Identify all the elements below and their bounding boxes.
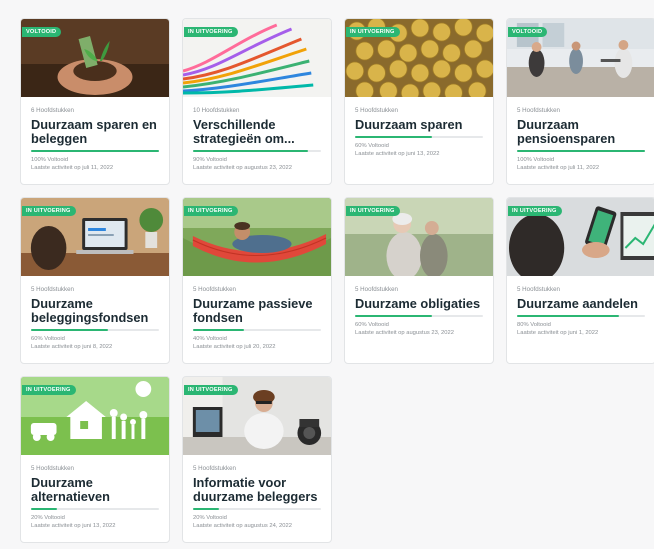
progress-bar [193,508,321,510]
last-activity: Laatste activiteit op juli 20, 2022 [193,344,276,350]
status-badge: IN UITVOERING [346,206,400,216]
progress-text: 90% Voltooid [193,157,227,163]
chapter-count: 10 Hoofdstukken [193,107,240,114]
progress-bar [355,315,483,317]
progress-fill [31,329,108,331]
last-activity: Laatste activiteit op augustus 23, 2022 [355,330,454,336]
chapter-count: 5 Hoofdstukken [355,107,398,114]
progress-fill [517,315,620,317]
progress-bar [193,150,321,152]
progress-text: 60% Voltooid [355,143,389,149]
progress-fill [193,150,309,152]
course-title[interactable]: Informatie voor duurzame beleggers [193,476,321,504]
course-title[interactable]: Duurzame alternatieven [31,476,159,504]
course-thumbnail: VOLTOOID [507,19,654,97]
status-badge: IN UITVOERING [22,206,76,216]
progress-fill [355,315,432,317]
chapter-count: 5 Hoofdstukken [193,465,236,472]
last-activity: Laatste activiteit op juni 1, 2022 [517,330,599,336]
course-thumbnail: IN UITVOERING [21,377,169,455]
progress-fill [31,150,159,152]
progress-fill [193,508,219,510]
progress-fill [517,150,645,152]
progress-bar [355,136,483,138]
course-card-duurzame-aandelen[interactable]: IN UITVOERING 5 Hoofdstukken Duurzame aa… [506,197,654,364]
course-title[interactable]: Duurzame obligaties [355,297,483,311]
progress-text: 60% Voltooid [31,336,65,342]
progress-bar [517,315,645,317]
course-card-duurzame-passieve-fondsen[interactable]: IN UITVOERING 5 Hoofdstukken Duurzame pa… [182,197,332,364]
progress-bar [31,329,159,331]
progress-text: 60% Voltooid [355,322,389,328]
course-title[interactable]: Duurzaam sparen en beleggen [31,118,159,146]
course-card-verschillende-strategieen[interactable]: IN UITVOERING 10 Hoofdstukken Verschille… [182,18,332,185]
course-title[interactable]: Duurzaam pensioensparen [517,118,645,146]
progress-text: 20% Voltooid [31,515,65,521]
status-badge: VOLTOOID [22,27,62,37]
course-card-duurzame-beleggingsfondsen[interactable]: IN UITVOERING 5 Hoofdstukken Duurzame be… [20,197,170,364]
course-thumbnail: IN UITVOERING [183,19,331,97]
chapter-count: 5 Hoofdstukken [31,286,74,293]
course-title[interactable]: Verschillende strategieën om... [193,118,321,146]
progress-fill [193,329,245,331]
course-thumbnail: IN UITVOERING [21,198,169,276]
last-activity: Laatste activiteit op juli 11, 2022 [31,165,114,171]
status-badge: IN UITVOERING [184,385,238,395]
course-thumbnail: IN UITVOERING [183,377,331,455]
chapter-count: 5 Hoofdstukken [355,286,398,293]
course-thumbnail: IN UITVOERING [345,198,493,276]
status-badge: IN UITVOERING [346,27,400,37]
last-activity: Laatste activiteit op augustus 24, 2022 [193,523,292,529]
progress-text: 40% Voltooid [193,336,227,342]
status-badge: IN UITVOERING [184,27,238,37]
last-activity: Laatste activiteit op juni 13, 2022 [355,151,440,157]
course-card-duurzaam-sparen[interactable]: IN UITVOERING 5 Hoofdstukken Duurzaam sp… [344,18,494,185]
chapter-count: 6 Hoofdstukken [31,107,74,114]
status-badge: IN UITVOERING [508,206,562,216]
last-activity: Laatste activiteit op juni 13, 2022 [31,523,116,529]
course-thumbnail: IN UITVOERING [345,19,493,97]
progress-text: 100% Voltooid [31,157,69,163]
progress-text: 100% Voltooid [517,157,555,163]
course-card-duurzame-alternatieven[interactable]: IN UITVOERING 5 Hoofdstukken Duurzame al… [20,376,170,543]
course-title[interactable]: Duurzame aandelen [517,297,645,311]
progress-bar [31,508,159,510]
chapter-count: 5 Hoofdstukken [517,107,560,114]
progress-text: 80% Voltooid [517,322,551,328]
course-title[interactable]: Duurzaam sparen [355,118,483,132]
last-activity: Laatste activiteit op juni 8, 2022 [31,344,113,350]
last-activity: Laatste activiteit op augustus 23, 2022 [193,165,292,171]
chapter-count: 5 Hoofdstukken [517,286,560,293]
last-activity: Laatste activiteit op juli 11, 2022 [517,165,600,171]
progress-fill [31,508,57,510]
course-card-duurzaam-pensioensparen[interactable]: VOLTOOID 5 Hoofdstukken Duurzaam pensioe… [506,18,654,185]
course-card-duurzaam-sparen-en-beleggen[interactable]: VOLTOOID 6 Hoofdstukken Duurzaam sparen … [20,18,170,185]
course-card-duurzame-obligaties[interactable]: IN UITVOERING 5 Hoofdstukken Duurzame ob… [344,197,494,364]
progress-text: 20% Voltooid [193,515,227,521]
course-thumbnail: VOLTOOID [21,19,169,97]
course-title[interactable]: Duurzame passieve fondsen [193,297,321,325]
course-card-informatie-voor-duurzame-beleggers[interactable]: IN UITVOERING 5 Hoofdstukken Informatie … [182,376,332,543]
course-title[interactable]: Duurzame beleggingsfondsen [31,297,159,325]
progress-bar [193,329,321,331]
progress-bar [517,150,645,152]
chapter-count: 5 Hoofdstukken [193,286,236,293]
course-thumbnail: IN UITVOERING [507,198,654,276]
status-badge: IN UITVOERING [184,206,238,216]
progress-bar [31,150,159,152]
status-badge: IN UITVOERING [22,385,76,395]
course-thumbnail: IN UITVOERING [183,198,331,276]
progress-fill [355,136,432,138]
status-badge: VOLTOOID [508,27,548,37]
chapter-count: 5 Hoofdstukken [31,465,74,472]
